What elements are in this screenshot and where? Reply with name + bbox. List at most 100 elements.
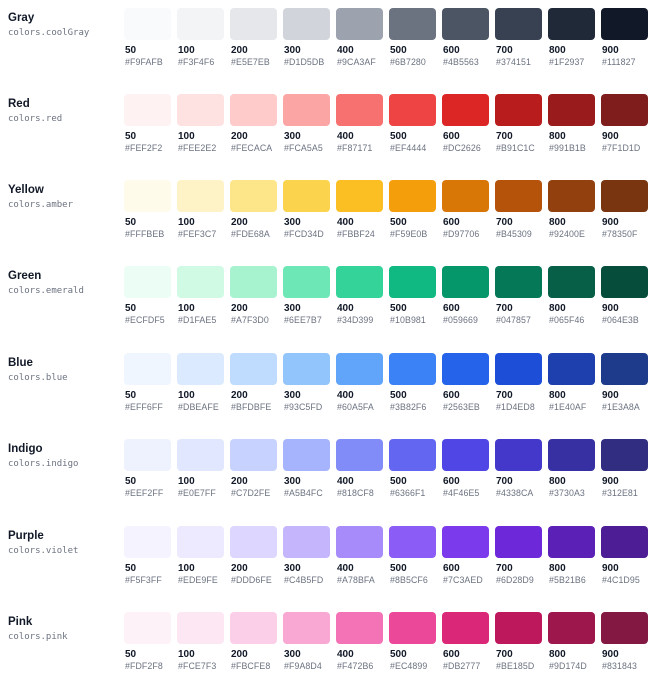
swatch-color-chip[interactable] xyxy=(283,180,330,212)
swatch-color-chip[interactable] xyxy=(336,439,383,471)
swatch-600[interactable]: 600 #4B5563 xyxy=(442,8,495,94)
swatch-color-chip[interactable] xyxy=(283,612,330,644)
swatch-color-chip[interactable] xyxy=(124,180,171,212)
swatch-900[interactable]: 900 #4C1D95 xyxy=(601,526,654,612)
swatch-100[interactable]: 100 #FEF3C7 xyxy=(177,180,230,266)
swatch-400[interactable]: 400 #FBBF24 xyxy=(336,180,389,266)
swatch-300[interactable]: 300 #F9A8D4 xyxy=(283,612,336,698)
swatch-400[interactable]: 400 #818CF8 xyxy=(336,439,389,525)
swatch-color-chip[interactable] xyxy=(389,94,436,126)
swatch-color-chip[interactable] xyxy=(124,612,171,644)
swatch-color-chip[interactable] xyxy=(230,439,277,471)
swatch-200[interactable]: 200 #A7F3D0 xyxy=(230,266,283,352)
swatch-color-chip[interactable] xyxy=(389,8,436,40)
swatch-300[interactable]: 300 #A5B4FC xyxy=(283,439,336,525)
swatch-color-chip[interactable] xyxy=(601,612,648,644)
swatch-color-chip[interactable] xyxy=(124,353,171,385)
swatch-color-chip[interactable] xyxy=(230,8,277,40)
swatch-100[interactable]: 100 #FEE2E2 xyxy=(177,94,230,180)
swatch-color-chip[interactable] xyxy=(442,439,489,471)
swatch-400[interactable]: 400 #F87171 xyxy=(336,94,389,180)
swatch-color-chip[interactable] xyxy=(495,526,542,558)
swatch-color-chip[interactable] xyxy=(548,94,595,126)
swatch-900[interactable]: 900 #1E3A8A xyxy=(601,353,654,439)
swatch-800[interactable]: 800 #1E40AF xyxy=(548,353,601,439)
swatch-color-chip[interactable] xyxy=(124,8,171,40)
swatch-color-chip[interactable] xyxy=(601,8,648,40)
swatch-color-chip[interactable] xyxy=(177,94,224,126)
swatch-color-chip[interactable] xyxy=(230,353,277,385)
swatch-color-chip[interactable] xyxy=(548,353,595,385)
swatch-color-chip[interactable] xyxy=(336,266,383,298)
swatch-500[interactable]: 500 #3B82F6 xyxy=(389,353,442,439)
swatch-500[interactable]: 500 #10B981 xyxy=(389,266,442,352)
swatch-color-chip[interactable] xyxy=(124,439,171,471)
swatch-color-chip[interactable] xyxy=(601,94,648,126)
swatch-600[interactable]: 600 #2563EB xyxy=(442,353,495,439)
swatch-600[interactable]: 600 #DC2626 xyxy=(442,94,495,180)
swatch-50[interactable]: 50 #F9FAFB xyxy=(124,8,177,94)
swatch-700[interactable]: 700 #374151 xyxy=(495,8,548,94)
swatch-100[interactable]: 100 #D1FAE5 xyxy=(177,266,230,352)
swatch-800[interactable]: 800 #92400E xyxy=(548,180,601,266)
swatch-color-chip[interactable] xyxy=(230,266,277,298)
swatch-900[interactable]: 900 #78350F xyxy=(601,180,654,266)
swatch-color-chip[interactable] xyxy=(495,439,542,471)
swatch-500[interactable]: 500 #EC4899 xyxy=(389,612,442,698)
swatch-color-chip[interactable] xyxy=(177,353,224,385)
swatch-300[interactable]: 300 #6EE7B7 xyxy=(283,266,336,352)
swatch-800[interactable]: 800 #1F2937 xyxy=(548,8,601,94)
swatch-color-chip[interactable] xyxy=(548,612,595,644)
swatch-700[interactable]: 700 #1D4ED8 xyxy=(495,353,548,439)
swatch-color-chip[interactable] xyxy=(283,266,330,298)
swatch-200[interactable]: 200 #FECACA xyxy=(230,94,283,180)
swatch-color-chip[interactable] xyxy=(283,353,330,385)
swatch-300[interactable]: 300 #FCA5A5 xyxy=(283,94,336,180)
swatch-700[interactable]: 700 #B45309 xyxy=(495,180,548,266)
swatch-300[interactable]: 300 #D1D5DB xyxy=(283,8,336,94)
swatch-color-chip[interactable] xyxy=(283,526,330,558)
swatch-color-chip[interactable] xyxy=(548,526,595,558)
swatch-color-chip[interactable] xyxy=(230,94,277,126)
swatch-color-chip[interactable] xyxy=(336,8,383,40)
swatch-50[interactable]: 50 #F5F3FF xyxy=(124,526,177,612)
swatch-color-chip[interactable] xyxy=(177,526,224,558)
swatch-color-chip[interactable] xyxy=(495,94,542,126)
swatch-color-chip[interactable] xyxy=(548,266,595,298)
swatch-800[interactable]: 800 #5B21B6 xyxy=(548,526,601,612)
swatch-color-chip[interactable] xyxy=(442,353,489,385)
swatch-50[interactable]: 50 #FEF2F2 xyxy=(124,94,177,180)
swatch-color-chip[interactable] xyxy=(601,353,648,385)
swatch-color-chip[interactable] xyxy=(177,439,224,471)
swatch-600[interactable]: 600 #4F46E5 xyxy=(442,439,495,525)
swatch-color-chip[interactable] xyxy=(495,266,542,298)
swatch-color-chip[interactable] xyxy=(389,612,436,644)
swatch-200[interactable]: 200 #C7D2FE xyxy=(230,439,283,525)
swatch-color-chip[interactable] xyxy=(495,612,542,644)
swatch-color-chip[interactable] xyxy=(442,94,489,126)
swatch-300[interactable]: 300 #C4B5FD xyxy=(283,526,336,612)
swatch-500[interactable]: 500 #6366F1 xyxy=(389,439,442,525)
swatch-color-chip[interactable] xyxy=(495,353,542,385)
swatch-800[interactable]: 800 #9D174D xyxy=(548,612,601,698)
swatch-color-chip[interactable] xyxy=(389,353,436,385)
swatch-color-chip[interactable] xyxy=(177,612,224,644)
swatch-color-chip[interactable] xyxy=(442,180,489,212)
swatch-color-chip[interactable] xyxy=(601,439,648,471)
swatch-500[interactable]: 500 #F59E0B xyxy=(389,180,442,266)
swatch-color-chip[interactable] xyxy=(601,526,648,558)
swatch-color-chip[interactable] xyxy=(548,439,595,471)
swatch-color-chip[interactable] xyxy=(601,266,648,298)
swatch-color-chip[interactable] xyxy=(177,266,224,298)
swatch-color-chip[interactable] xyxy=(283,94,330,126)
swatch-500[interactable]: 500 #6B7280 xyxy=(389,8,442,94)
swatch-700[interactable]: 700 #B91C1C xyxy=(495,94,548,180)
swatch-color-chip[interactable] xyxy=(442,8,489,40)
swatch-color-chip[interactable] xyxy=(495,8,542,40)
swatch-color-chip[interactable] xyxy=(124,526,171,558)
swatch-500[interactable]: 500 #8B5CF6 xyxy=(389,526,442,612)
swatch-400[interactable]: 400 #A78BFA xyxy=(336,526,389,612)
swatch-600[interactable]: 600 #059669 xyxy=(442,266,495,352)
swatch-400[interactable]: 400 #9CA3AF xyxy=(336,8,389,94)
swatch-color-chip[interactable] xyxy=(177,180,224,212)
